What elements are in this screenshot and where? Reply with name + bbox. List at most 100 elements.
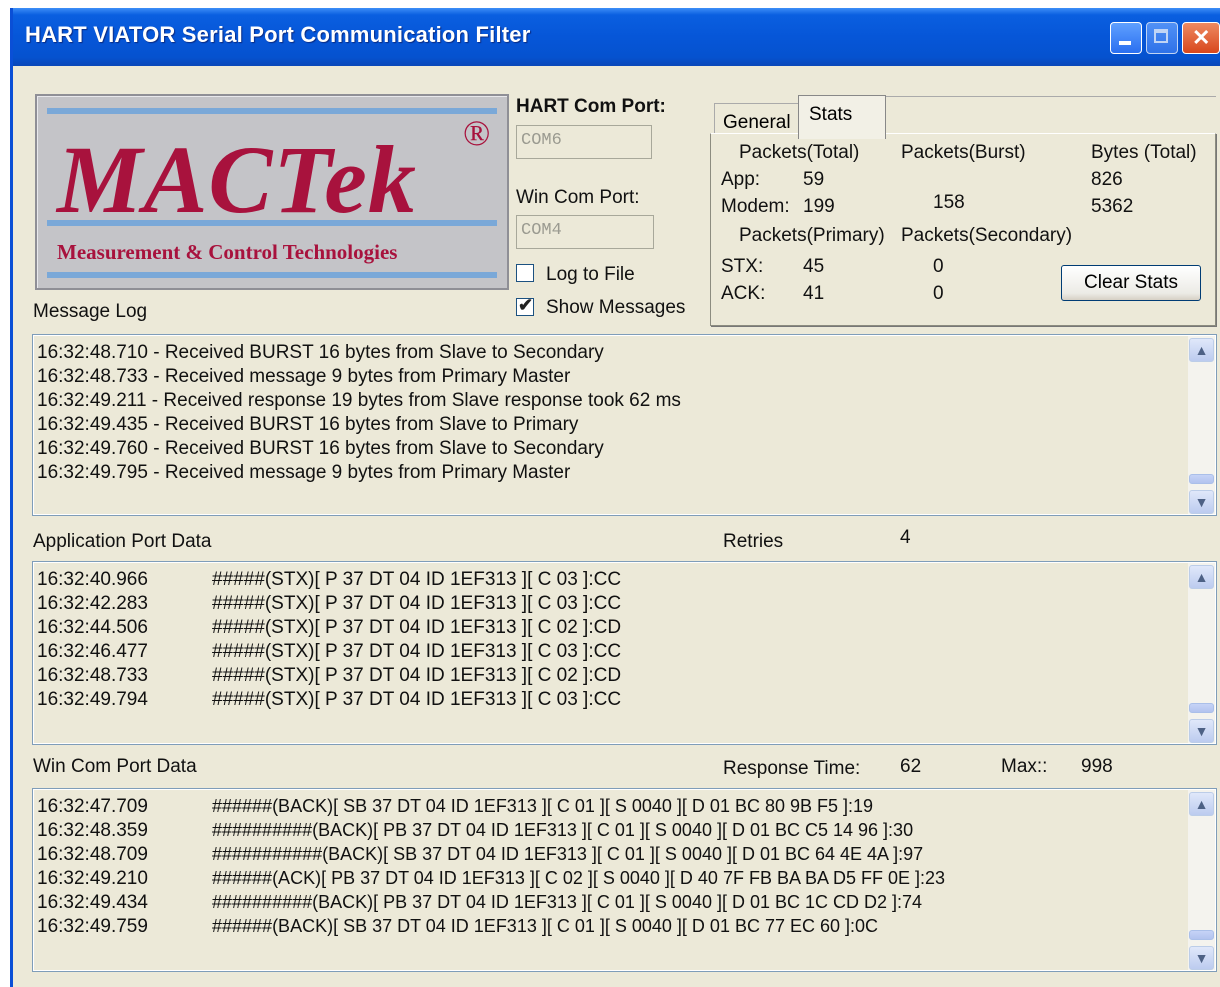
message-log-box[interactable]: 16:32:48.710 - Received BURST 16 bytes f… bbox=[32, 334, 1217, 516]
app-bytes-value: 826 bbox=[1091, 169, 1123, 190]
logo-stripe-top bbox=[47, 108, 497, 114]
table-row-time: 16:32:42.283 bbox=[37, 593, 148, 614]
scroll-up-button[interactable]: ▲ bbox=[1189, 338, 1214, 362]
logo-registered-mark: ® bbox=[463, 113, 491, 153]
win-com-port-scrollbar[interactable]: ▲ ▼ bbox=[1188, 790, 1215, 970]
app-label: App: bbox=[721, 169, 761, 190]
table-row-time: 16:32:49.210 bbox=[37, 868, 148, 889]
table-row-time: 16:32:48.359 bbox=[37, 820, 148, 841]
log-to-file-label[interactable]: Log to File bbox=[546, 264, 635, 286]
table-row-data: #####(STX)[ P 37 DT 04 ID 1EF313 ][ C 03… bbox=[212, 689, 622, 710]
table-row-data: #####(STX)[ P 37 DT 04 ID 1EF313 ][ C 03… bbox=[212, 641, 622, 662]
minimize-icon bbox=[1119, 41, 1131, 45]
maximize-icon bbox=[1154, 29, 1168, 43]
retries-label: Retries bbox=[723, 531, 784, 552]
mactek-logo: MACTek ® Measurement & Control Technolog… bbox=[35, 94, 509, 290]
log-to-file-checkbox[interactable] bbox=[516, 264, 534, 282]
logo-stripe-bottom bbox=[47, 272, 497, 278]
max-label: Max:: bbox=[1001, 756, 1048, 777]
table-row-data: ######(ACK)[ PB 37 DT 04 ID 1EF313 ][ C … bbox=[212, 868, 946, 888]
response-time-value: 62 bbox=[900, 756, 922, 777]
scroll-thumb[interactable] bbox=[1189, 703, 1214, 713]
app-total-value: 59 bbox=[803, 169, 825, 190]
win-com-port-data-box[interactable]: 16:32:47.709 ######(BACK)[ SB 37 DT 04 I… bbox=[32, 788, 1217, 972]
scroll-up-button[interactable]: ▲ bbox=[1189, 565, 1214, 589]
clear-stats-button[interactable]: Clear Stats bbox=[1061, 265, 1201, 301]
list-item: 16:32:49.211 - Received response 19 byte… bbox=[37, 390, 681, 411]
logo-brand: MACTek bbox=[57, 126, 417, 233]
table-row-time: 16:32:49.794 bbox=[37, 689, 148, 710]
stats-tab-control: General Stats Packets(Total) Packets(Bur… bbox=[708, 90, 1218, 330]
list-item: 16:32:48.710 - Received BURST 16 bytes f… bbox=[37, 342, 604, 363]
table-row-time: 16:32:49.434 bbox=[37, 892, 148, 913]
list-item: 16:32:48.733 - Received message 9 bytes … bbox=[37, 366, 571, 387]
scroll-down-button[interactable]: ▼ bbox=[1189, 946, 1214, 970]
show-messages-checkbox[interactable]: ✔ bbox=[516, 295, 534, 316]
list-item: 16:32:49.435 - Received BURST 16 bytes f… bbox=[37, 414, 579, 435]
show-messages-label[interactable]: Show Messages bbox=[546, 297, 685, 319]
table-row-data: #####(STX)[ P 37 DT 04 ID 1EF313 ][ C 02… bbox=[212, 617, 622, 638]
tab-general[interactable]: General bbox=[714, 103, 800, 135]
ack-label: ACK: bbox=[721, 283, 766, 304]
win-com-port-label: Win Com Port: bbox=[516, 187, 640, 208]
ack-secondary-value: 0 bbox=[933, 283, 944, 304]
scroll-up-button[interactable]: ▲ bbox=[1189, 792, 1214, 816]
chevron-down-icon: ▼ bbox=[1194, 723, 1209, 739]
max-value: 998 bbox=[1081, 756, 1113, 777]
application-port-scrollbar[interactable]: ▲ ▼ bbox=[1188, 563, 1215, 743]
scroll-thumb[interactable] bbox=[1189, 474, 1214, 484]
maximize-button[interactable] bbox=[1146, 22, 1178, 54]
table-row-time: 16:32:46.477 bbox=[37, 641, 148, 662]
table-row-time: 16:32:49.759 bbox=[37, 916, 148, 937]
title-bar[interactable]: HART VIATOR Serial Port Communication Fi… bbox=[13, 8, 1220, 66]
win-com-port-data-label: Win Com Port Data bbox=[33, 756, 197, 777]
modem-label: Modem: bbox=[721, 196, 790, 217]
chevron-up-icon: ▲ bbox=[1194, 796, 1209, 812]
hart-com-port-label: HART Com Port: bbox=[516, 96, 666, 117]
modem-bytes-value: 5362 bbox=[1091, 196, 1134, 217]
chevron-down-icon: ▼ bbox=[1194, 494, 1209, 510]
scroll-down-button[interactable]: ▼ bbox=[1189, 490, 1214, 514]
stx-primary-value: 45 bbox=[803, 256, 825, 277]
application-port-data-box[interactable]: 16:32:40.966 #####(STX)[ P 37 DT 04 ID 1… bbox=[32, 561, 1217, 745]
table-row-time: 16:32:44.506 bbox=[37, 617, 148, 638]
chevron-up-icon: ▲ bbox=[1194, 342, 1209, 358]
chevron-down-icon: ▼ bbox=[1194, 950, 1209, 966]
table-row-time: 16:32:40.966 bbox=[37, 569, 148, 590]
modem-burst-value: 158 bbox=[933, 192, 965, 213]
table-row-time: 16:32:48.733 bbox=[37, 665, 148, 686]
main-window: HART VIATOR Serial Port Communication Fi… bbox=[10, 8, 1220, 987]
message-log-content: 16:32:48.710 - Received BURST 16 bytes f… bbox=[34, 336, 1188, 514]
close-button[interactable]: ✕ bbox=[1182, 22, 1220, 54]
hdr-packets-burst: Packets(Burst) bbox=[901, 142, 1026, 163]
list-item: 16:32:49.760 - Received BURST 16 bytes f… bbox=[37, 438, 604, 459]
table-row-data: #####(STX)[ P 37 DT 04 ID 1EF313 ][ C 02… bbox=[212, 665, 622, 686]
win-com-port-data-content: 16:32:47.709 ######(BACK)[ SB 37 DT 04 I… bbox=[34, 790, 1188, 970]
win-com-port-field[interactable]: COM4 bbox=[516, 215, 654, 249]
table-row-data: ######(BACK)[ SB 37 DT 04 ID 1EF313 ][ C… bbox=[212, 796, 874, 816]
ack-primary-value: 41 bbox=[803, 283, 825, 304]
stx-secondary-value: 0 bbox=[933, 256, 944, 277]
checkmark-icon: ✔ bbox=[518, 295, 534, 315]
logo-tagline: Measurement & Control Technologies bbox=[57, 240, 398, 264]
scroll-down-button[interactable]: ▼ bbox=[1189, 719, 1214, 743]
tab-stats[interactable]: Stats bbox=[798, 95, 886, 139]
retries-value: 4 bbox=[900, 527, 911, 548]
table-row-time: 16:32:47.709 bbox=[37, 796, 148, 817]
hdr-packets-total: Packets(Total) bbox=[739, 142, 860, 163]
list-item: 16:32:49.795 - Received message 9 bytes … bbox=[37, 462, 571, 483]
tab-strip-line bbox=[886, 96, 1216, 97]
minimize-button[interactable] bbox=[1110, 22, 1142, 54]
stx-label: STX: bbox=[721, 256, 764, 277]
hart-com-port-field[interactable]: COM6 bbox=[516, 125, 652, 159]
stats-panel: Packets(Total) Packets(Burst) Bytes (Tot… bbox=[710, 133, 1216, 326]
table-row-data: ######(BACK)[ SB 37 DT 04 ID 1EF313 ][ C… bbox=[212, 916, 879, 936]
table-row-data: ##########(BACK)[ PB 37 DT 04 ID 1EF313 … bbox=[212, 892, 923, 912]
response-time-label: Response Time: bbox=[723, 758, 861, 779]
scroll-thumb[interactable] bbox=[1189, 930, 1214, 940]
application-port-data-label: Application Port Data bbox=[33, 531, 212, 552]
message-log-scrollbar[interactable]: ▲ ▼ bbox=[1188, 336, 1215, 514]
table-row-time: 16:32:48.709 bbox=[37, 844, 148, 865]
window-title: HART VIATOR Serial Port Communication Fi… bbox=[25, 22, 531, 47]
hdr-bytes-total: Bytes (Total) bbox=[1091, 142, 1197, 163]
